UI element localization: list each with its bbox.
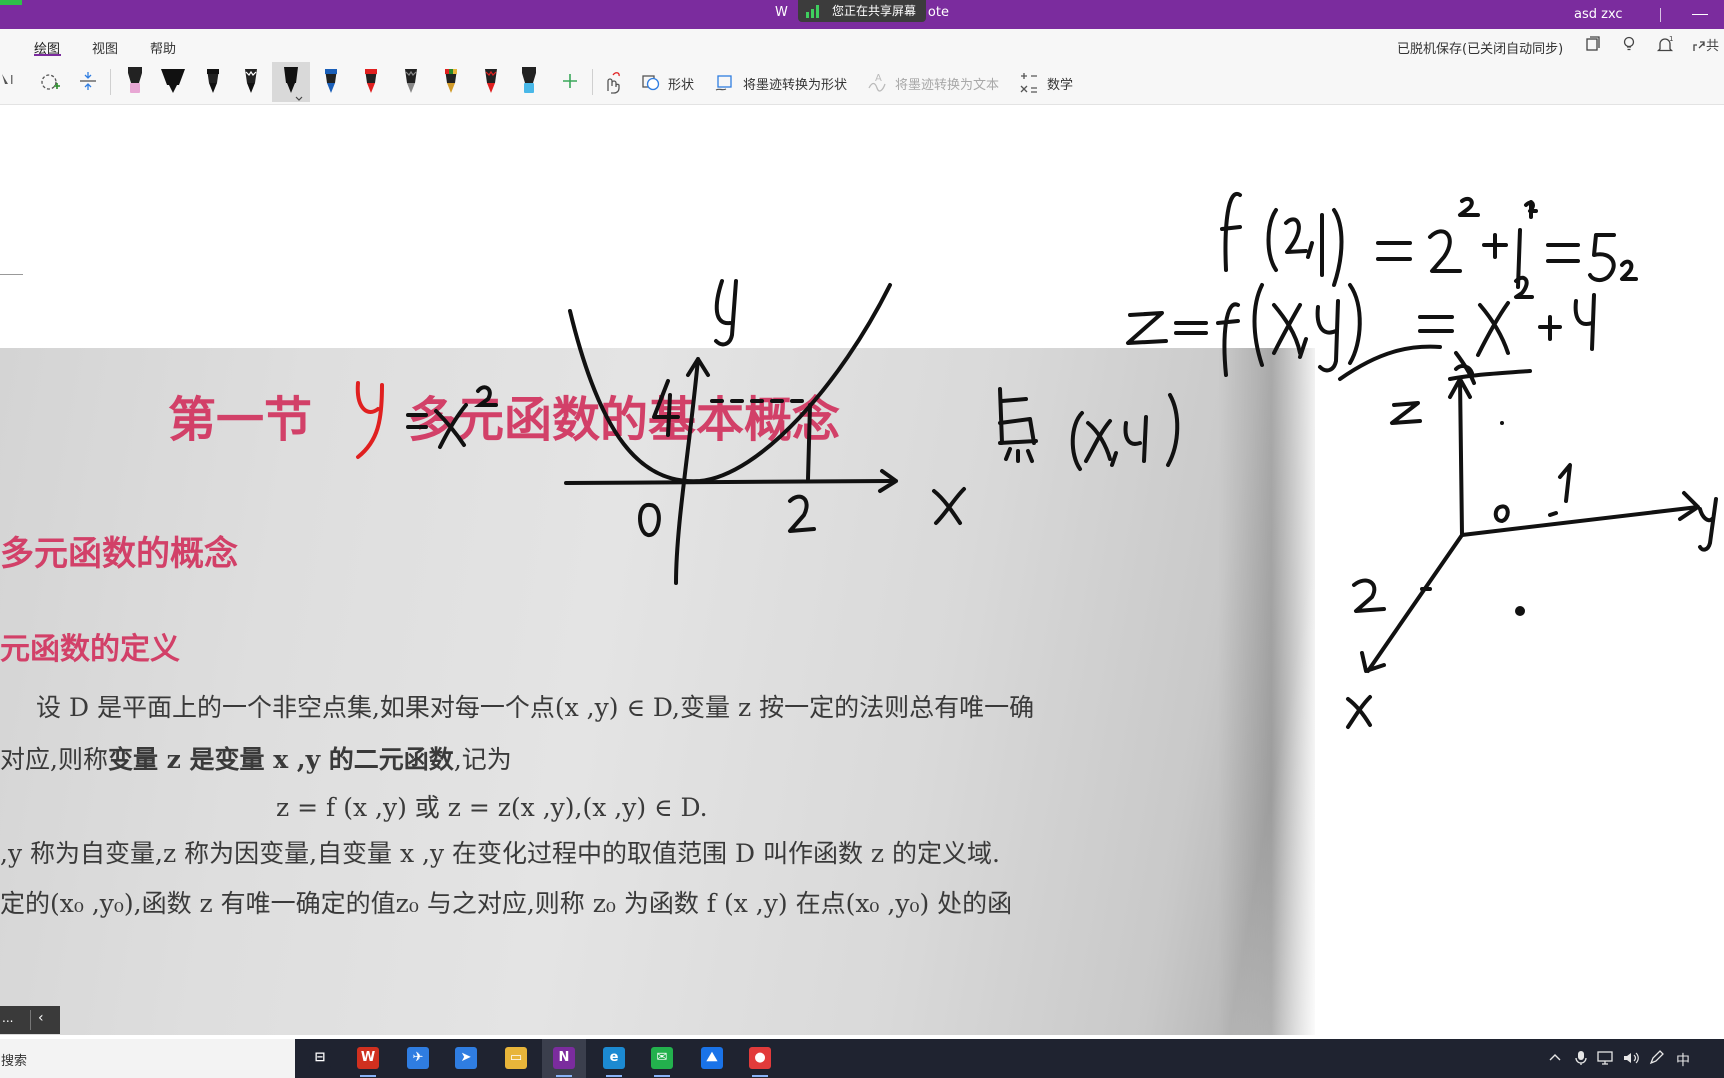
sync-status[interactable]: 已脱机保存(已关闭自动同步) bbox=[1397, 38, 1563, 57]
draw-toolbar: I 形状 将墨迹转换为形状 A 将墨迹转换为文本 数学 bbox=[0, 59, 1724, 105]
math-label[interactable]: 数学 bbox=[1047, 74, 1073, 93]
taskbar-wps-icon[interactable]: W bbox=[346, 1039, 390, 1078]
pen-10-icon[interactable] bbox=[476, 63, 506, 97]
add-pen-icon[interactable] bbox=[558, 64, 582, 98]
ink-z-function-equation bbox=[1126, 259, 1638, 385]
pen-8-icon[interactable] bbox=[396, 63, 426, 97]
running-indicator bbox=[556, 1075, 572, 1077]
toolbar-divider bbox=[592, 69, 593, 95]
photos-glyph: ⛰ bbox=[701, 1047, 723, 1069]
ink-to-text-label: 将墨迹转换为文本 bbox=[895, 78, 1000, 93]
signal-bars-icon bbox=[806, 5, 822, 18]
pen-5-icon[interactable] bbox=[276, 63, 306, 101]
bell-icon[interactable]: 1 bbox=[1656, 35, 1674, 54]
pen-1-icon[interactable] bbox=[120, 63, 150, 97]
taskbar-wechat-icon[interactable]: ✉ bbox=[640, 1039, 684, 1078]
taskbar-file-explorer-icon[interactable]: ▭ bbox=[494, 1039, 538, 1078]
ink-y-eq-x2 bbox=[406, 385, 498, 449]
running-indicator bbox=[360, 1075, 376, 1077]
ink-2d-graph bbox=[564, 279, 966, 585]
tray-overflow-icon[interactable] bbox=[1548, 1050, 1562, 1068]
ime-indicator[interactable]: 中 bbox=[1676, 1050, 1690, 1070]
tab-help[interactable]: 帮助 bbox=[150, 38, 176, 57]
running-indicator bbox=[606, 1075, 622, 1077]
taskbar-search[interactable]: 搜索 bbox=[0, 1039, 295, 1078]
pen-9-icon[interactable] bbox=[436, 63, 466, 97]
notebooks-icon[interactable] bbox=[1584, 36, 1602, 54]
taskbar-task-view-icon[interactable]: ⊟ bbox=[298, 1039, 342, 1078]
network-icon[interactable] bbox=[1596, 1050, 1614, 1070]
title-bar: Wote 您正在共享屏幕 asd zxc bbox=[0, 0, 1724, 29]
edge-glyph: e bbox=[603, 1047, 625, 1069]
ink-layer[interactable] bbox=[0, 105, 1724, 1039]
taskbar-recorder-icon[interactable]: ● bbox=[738, 1039, 782, 1078]
pen-ink-icon[interactable] bbox=[1648, 1050, 1664, 1070]
ink-f21-equation bbox=[1220, 191, 1616, 289]
lasso-select-icon[interactable]: I bbox=[0, 64, 22, 98]
taskbar-onenote-icon[interactable]: N bbox=[542, 1039, 586, 1078]
task-view-glyph: ⊟ bbox=[309, 1047, 331, 1069]
recorder-glyph: ● bbox=[749, 1047, 771, 1069]
ink-to-shape-label[interactable]: 将墨迹转换为形状 bbox=[743, 74, 847, 93]
math-icon[interactable] bbox=[1018, 64, 1040, 98]
wechat-glyph: ✉ bbox=[651, 1047, 673, 1069]
title-divider bbox=[1660, 8, 1661, 22]
ink-3d-axes bbox=[1346, 364, 1718, 729]
insert-space-icon[interactable] bbox=[76, 64, 100, 98]
screen-share-text: 您正在共享屏幕 bbox=[832, 4, 917, 18]
ink-to-text-icon: A bbox=[866, 64, 888, 98]
ink-to-shape-icon[interactable] bbox=[714, 64, 736, 98]
taskbar-feishu-icon[interactable]: ✈ bbox=[396, 1039, 440, 1078]
active-tab-indicator bbox=[34, 54, 61, 56]
svg-text:I: I bbox=[10, 73, 14, 87]
screen-share-banner[interactable]: 您正在共享屏幕 bbox=[798, 0, 926, 22]
file-explorer-glyph: ▭ bbox=[505, 1047, 527, 1069]
pen-4-icon[interactable] bbox=[236, 63, 266, 97]
lasso-add-icon[interactable] bbox=[38, 64, 62, 98]
shapes-icon[interactable] bbox=[640, 64, 662, 98]
toolbar-divider bbox=[110, 69, 111, 95]
lightbulb-icon[interactable] bbox=[1620, 36, 1638, 54]
taskbar-photos-icon[interactable]: ⛰ bbox=[690, 1039, 734, 1078]
shapes-label[interactable]: 形状 bbox=[668, 74, 694, 93]
user-name[interactable]: asd zxc bbox=[1574, 7, 1623, 22]
note-canvas[interactable]: 第一节 多元函数的基本概念 多元函数的概念 元函数的定义 设 D 是平面上的一个… bbox=[0, 105, 1724, 1039]
running-indicator bbox=[654, 1075, 670, 1077]
ink-y-red bbox=[355, 381, 384, 459]
window-title-right: ote bbox=[927, 5, 949, 20]
pen-6-icon[interactable] bbox=[316, 63, 346, 97]
share-label: 共 bbox=[1706, 39, 1720, 54]
lark-docs-glyph: ➤ bbox=[455, 1047, 477, 1069]
pen-3-icon[interactable] bbox=[198, 63, 228, 97]
tab-view[interactable]: 视图 bbox=[92, 38, 118, 57]
search-text: 搜索 bbox=[1, 1054, 28, 1069]
taskbar: 搜索 ⊟ W ✈ ➤ ▭ Ne ✉ ⛰ ● 中 bbox=[0, 1039, 1724, 1078]
feishu-glyph: ✈ bbox=[407, 1047, 429, 1069]
clock[interactable] bbox=[1704, 1050, 1724, 1070]
share-button[interactable]: 共 bbox=[1692, 36, 1724, 54]
microphone-icon[interactable] bbox=[1574, 1050, 1588, 1070]
taskbar-lark-docs-icon[interactable]: ➤ bbox=[444, 1039, 488, 1078]
taskbar-edge-icon[interactable]: e bbox=[592, 1039, 636, 1078]
volume-icon[interactable] bbox=[1622, 1050, 1640, 1070]
wps-glyph: W bbox=[357, 1047, 379, 1069]
svg-text:1: 1 bbox=[1669, 36, 1673, 43]
onenote-glyph: N bbox=[553, 1047, 575, 1069]
window-title-left: W bbox=[775, 5, 788, 20]
touch-draw-icon[interactable] bbox=[600, 64, 626, 98]
ribbon-tabs: 绘图 视图 帮助 已脱机保存(已关闭自动同步) bbox=[0, 29, 1724, 59]
pen-11-icon[interactable] bbox=[514, 63, 544, 97]
minimize-button[interactable] bbox=[1692, 14, 1708, 15]
running-indicator bbox=[752, 1075, 768, 1077]
pen-2-icon[interactable] bbox=[158, 63, 188, 97]
ink-point-label bbox=[998, 387, 1180, 471]
svg-text:A: A bbox=[875, 73, 882, 84]
pen-7-icon[interactable] bbox=[356, 63, 386, 97]
